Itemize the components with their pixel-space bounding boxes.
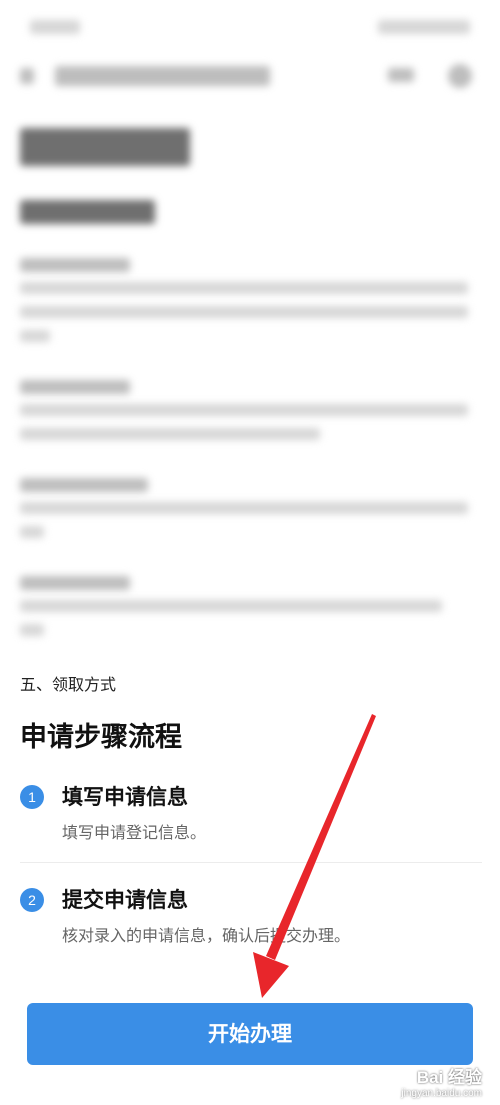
back-icon[interactable] bbox=[20, 68, 34, 84]
page-header-title bbox=[55, 66, 270, 86]
step-title: 填写申请信息 bbox=[62, 785, 188, 809]
steps-title: 申请步骤流程 bbox=[20, 722, 182, 753]
watermark-logo: Bai 经验 bbox=[416, 1068, 482, 1087]
watermark: Bai 经验 jingyan.baidu.com bbox=[401, 1063, 482, 1099]
step-item: 2 提交申请信息 核对录入的申请信息，确认后提交办理。 bbox=[20, 884, 482, 945]
step-item: 1 填写申请信息 填写申请登记信息。 bbox=[20, 781, 482, 842]
blurred-content bbox=[0, 0, 500, 660]
step-number-badge: 2 bbox=[20, 888, 44, 912]
step-description: 核对录入的申请信息，确认后提交办理。 bbox=[62, 926, 351, 945]
more-icon[interactable] bbox=[388, 68, 414, 82]
close-icon[interactable] bbox=[448, 64, 472, 88]
step-number-badge: 1 bbox=[20, 785, 44, 809]
step-description: 填写申请登记信息。 bbox=[62, 823, 207, 842]
watermark-url: jingyan.baidu.com bbox=[401, 1088, 482, 1099]
start-processing-button[interactable]: 开始办理 bbox=[27, 1003, 473, 1065]
step-title: 提交申请信息 bbox=[62, 888, 188, 912]
section-five-label: 五、领取方式 bbox=[20, 675, 117, 694]
divider bbox=[20, 862, 482, 863]
